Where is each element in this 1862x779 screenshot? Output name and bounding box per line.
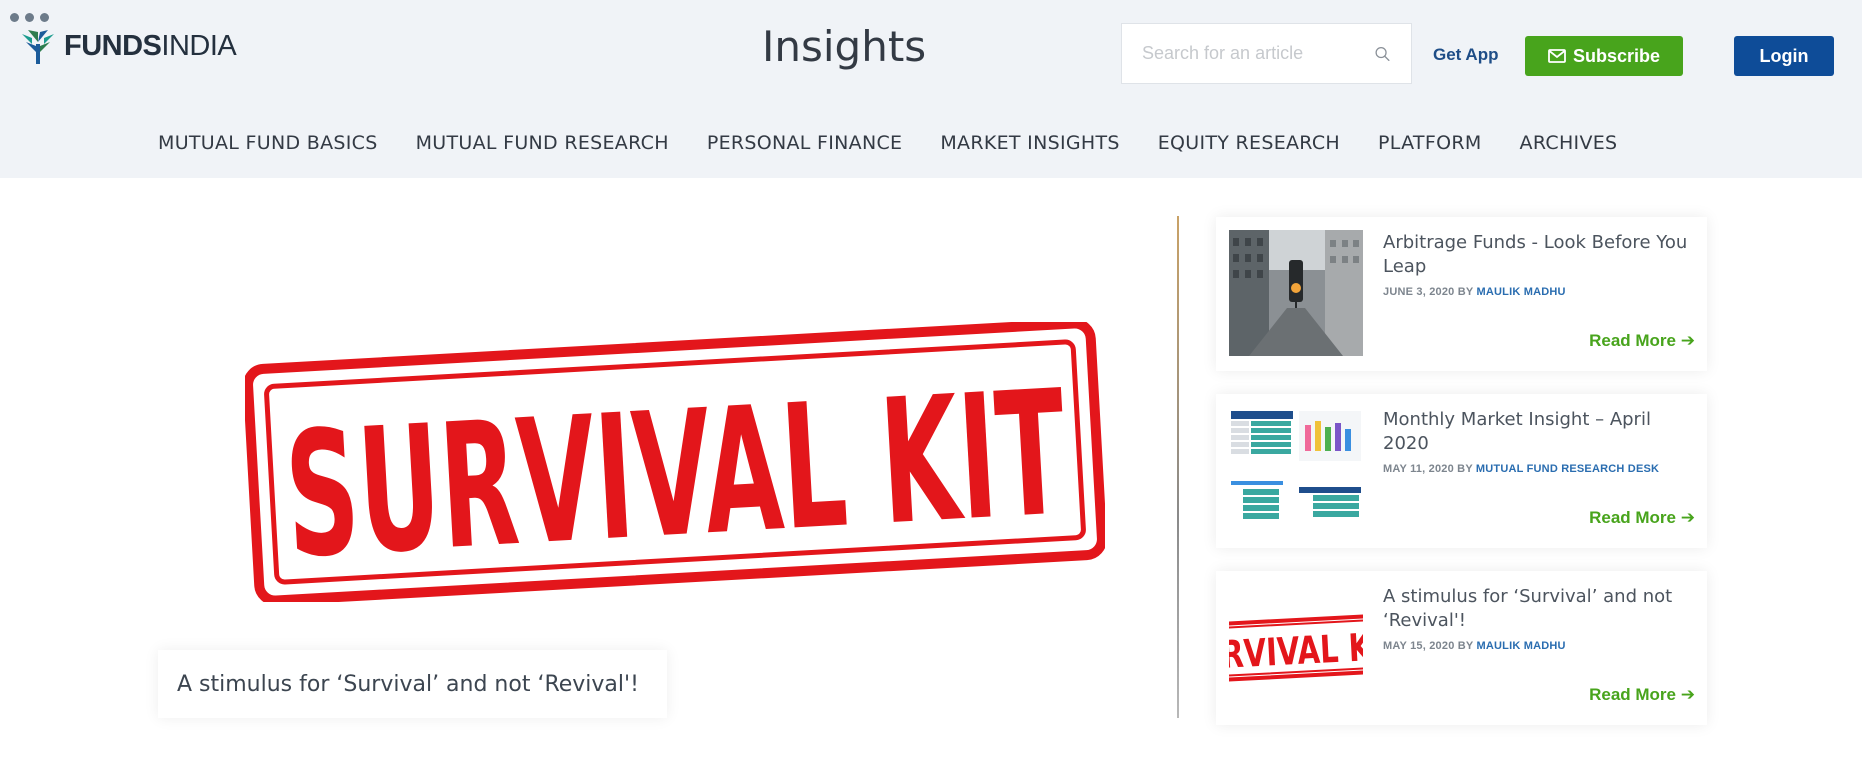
- fundsindia-logo-icon: [22, 30, 54, 64]
- city-street-image[interactable]: [1229, 230, 1363, 356]
- site-header: FUNDSINDIA Insights Get App Subscribe Lo…: [0, 0, 1862, 178]
- article-meta: JUNE 3, 2020 BY MAULIK MADHU: [1383, 286, 1566, 298]
- article-card[interactable]: Arbitrage Funds - Look Before You Leap J…: [1216, 217, 1707, 371]
- author-link[interactable]: MAULIK MADHU: [1477, 286, 1566, 298]
- arrow-right-icon: ➔: [1680, 685, 1695, 704]
- survival-kit-stamp-image[interactable]: RVIVAL K: [1229, 584, 1363, 710]
- arrow-right-icon: ➔: [1680, 331, 1695, 350]
- author-link[interactable]: MAULIK MADHU: [1477, 640, 1566, 652]
- article-title[interactable]: A stimulus for ‘Survival’ and not ‘Reviv…: [1383, 585, 1693, 633]
- survival-kit-hero-image[interactable]: SURVIVAL KIT: [245, 322, 1105, 602]
- author-link[interactable]: MUTUAL FUND RESEARCH DESK: [1476, 463, 1659, 475]
- market-tables-image[interactable]: [1229, 407, 1363, 533]
- article-card[interactable]: Monthly Market Insight – April 2020 MAY …: [1216, 394, 1707, 548]
- column-divider: [1177, 216, 1179, 718]
- nav-item-mutual-fund-research[interactable]: MUTUAL FUND RESEARCH: [416, 132, 669, 154]
- read-more-link[interactable]: Read More ➔: [1589, 685, 1695, 705]
- arrow-right-icon: ➔: [1680, 508, 1695, 527]
- hero-caption[interactable]: A stimulus for ‘Survival’ and not ‘Reviv…: [158, 650, 667, 718]
- article-title[interactable]: Monthly Market Insight – April 2020: [1383, 408, 1693, 456]
- subscribe-label: Subscribe: [1572, 45, 1661, 66]
- nav-item-market-insights[interactable]: MARKET INSIGHTS: [940, 132, 1119, 154]
- article-card[interactable]: RVIVAL K A stimulus for ‘Survival’ and n…: [1216, 571, 1707, 725]
- article-meta: MAY 15, 2020 BY MAULIK MADHU: [1383, 640, 1566, 652]
- nav-item-platform[interactable]: PLATFORM: [1378, 132, 1482, 154]
- hero-article-title: A stimulus for ‘Survival’ and not ‘Reviv…: [177, 672, 639, 697]
- nav-item-mutual-fund-basics[interactable]: MUTUAL FUND BASICS: [158, 132, 378, 154]
- envelope-icon: [1548, 49, 1566, 63]
- main-nav: MUTUAL FUND BASICS MUTUAL FUND RESEARCH …: [158, 132, 1617, 154]
- brand-name: FUNDSINDIA: [64, 29, 237, 62]
- read-more-link[interactable]: Read More ➔: [1589, 331, 1695, 351]
- nav-item-personal-finance[interactable]: PERSONAL FINANCE: [707, 132, 903, 154]
- search-icon[interactable]: [1374, 43, 1391, 65]
- login-button[interactable]: Login: [1734, 36, 1834, 76]
- search-box: [1121, 23, 1412, 84]
- article-title[interactable]: Arbitrage Funds - Look Before You Leap: [1383, 231, 1693, 279]
- search-input[interactable]: [1142, 43, 1374, 64]
- read-more-link[interactable]: Read More ➔: [1589, 508, 1695, 528]
- subscribe-button[interactable]: Subscribe: [1525, 36, 1683, 76]
- nav-item-equity-research[interactable]: EQUITY RESEARCH: [1158, 132, 1340, 154]
- fundsindia-logo[interactable]: FUNDSINDIA: [18, 26, 237, 66]
- window-dots: [10, 13, 49, 22]
- get-app-link[interactable]: Get App: [1433, 45, 1498, 65]
- nav-item-archives[interactable]: ARCHIVES: [1520, 132, 1618, 154]
- article-meta: MAY 11, 2020 BY MUTUAL FUND RESEARCH DES…: [1383, 463, 1660, 475]
- svg-text:RVIVAL K: RVIVAL K: [1229, 625, 1363, 677]
- page-title: Insights: [762, 22, 927, 71]
